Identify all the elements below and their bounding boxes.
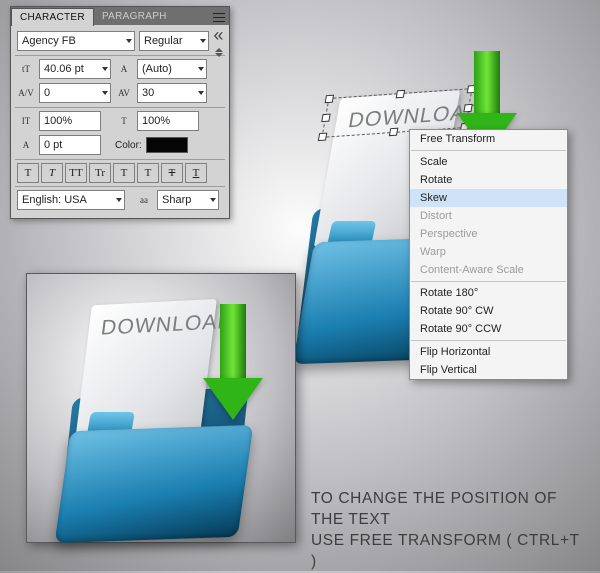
color-label: Color:: [115, 140, 142, 151]
style-btn-7[interactable]: T: [185, 163, 207, 183]
kerning-icon: A/V: [17, 84, 35, 102]
ctx-item: Content-Aware Scale: [410, 261, 567, 279]
transform-handle[interactable]: [321, 114, 331, 123]
hscale-value: 100%: [142, 115, 194, 127]
dropdown-icon: [116, 198, 122, 202]
panel-close-icon[interactable]: «: [212, 30, 225, 43]
baseline-input[interactable]: 0 pt: [39, 135, 101, 155]
antialias-icon: aa: [135, 191, 153, 209]
antialias-select[interactable]: Sharp: [157, 190, 219, 210]
ctx-item: Distort: [410, 207, 567, 225]
style-btn-6[interactable]: T: [161, 163, 183, 183]
transform-handle[interactable]: [318, 133, 328, 142]
ctx-item[interactable]: Rotate: [410, 171, 567, 189]
caption-line-1: TO CHANGE THE POSITION OF THE TEXT: [311, 489, 588, 531]
leading-input[interactable]: (Auto): [137, 59, 207, 79]
ctx-item[interactable]: Skew: [410, 189, 567, 207]
dropdown-icon: [102, 67, 108, 71]
tutorial-caption: TO CHANGE THE POSITION OF THE TEXT USE F…: [311, 489, 588, 573]
kerning-value: 0: [44, 87, 98, 99]
font-style-select[interactable]: Regular: [139, 31, 209, 51]
vscale-input[interactable]: 100%: [39, 111, 101, 131]
tab-paragraph[interactable]: PARAGRAPH: [94, 8, 175, 25]
type-style-buttons: T T TT Tr T T T T: [17, 163, 223, 183]
style-btn-4[interactable]: T: [113, 163, 135, 183]
style-btn-0[interactable]: T: [17, 163, 39, 183]
tracking-icon: AV: [115, 84, 133, 102]
style-btn-1[interactable]: T: [41, 163, 63, 183]
panel-menu-icon[interactable]: [212, 10, 226, 24]
leading-icon: A: [115, 60, 133, 78]
ctx-item[interactable]: Scale: [410, 153, 567, 171]
character-panel: CHARACTER PARAGRAPH « Agency FB Regular …: [10, 6, 230, 219]
panel-body: Agency FB Regular tT 40.06 pt A (Auto) A…: [11, 25, 229, 218]
font-family-select[interactable]: Agency FB: [17, 31, 135, 51]
transform-context-menu: Free Transform ScaleRotateSkewDistortPers…: [409, 129, 568, 380]
ctx-item[interactable]: Free Transform: [410, 130, 567, 148]
vscale-icon: IT: [17, 112, 35, 130]
baseline-icon: A: [17, 136, 35, 154]
ctx-item[interactable]: Rotate 180°: [410, 284, 567, 302]
language-select[interactable]: English: USA: [17, 190, 125, 210]
dropdown-icon: [200, 39, 206, 43]
language-value: English: USA: [22, 194, 112, 206]
style-btn-5[interactable]: T: [137, 163, 159, 183]
hscale-icon: T: [115, 112, 133, 130]
text-color-swatch[interactable]: [146, 137, 188, 153]
download-arrow-icon: [203, 304, 263, 420]
dropdown-icon: [198, 91, 204, 95]
kerning-input[interactable]: 0: [39, 83, 111, 103]
ctx-item[interactable]: Rotate 90° CW: [410, 302, 567, 320]
dropdown-icon: [210, 198, 216, 202]
ctx-item: Warp: [410, 243, 567, 261]
font-size-value: 40.06 pt: [44, 63, 98, 75]
dropdown-icon: [126, 39, 132, 43]
caption-line-2: USE FREE TRANSFORM ( CTRL+T ): [311, 531, 588, 573]
transform-handle[interactable]: [389, 128, 399, 137]
font-family-value: Agency FB: [22, 35, 122, 47]
ctx-item[interactable]: Flip Horizontal: [410, 343, 567, 361]
vscale-value: 100%: [44, 115, 96, 127]
tab-character[interactable]: CHARACTER: [11, 8, 94, 26]
result-preview-box: DOWNLOAD: [26, 273, 296, 543]
font-style-value: Regular: [144, 35, 196, 47]
antialias-value: Sharp: [162, 194, 206, 206]
dropdown-icon: [102, 91, 108, 95]
style-btn-2[interactable]: TT: [65, 163, 87, 183]
font-size-input[interactable]: 40.06 pt: [39, 59, 111, 79]
panel-tab-bar: CHARACTER PARAGRAPH: [11, 7, 229, 25]
panel-collapse-icon[interactable]: [212, 47, 225, 58]
ctx-item: Perspective: [410, 225, 567, 243]
leading-value: (Auto): [142, 63, 194, 75]
dropdown-icon: [198, 67, 204, 71]
baseline-value: 0 pt: [44, 139, 96, 151]
tracking-value: 30: [142, 87, 194, 99]
transform-handle[interactable]: [325, 95, 335, 104]
font-size-icon: tT: [17, 60, 35, 78]
ctx-item[interactable]: Flip Vertical: [410, 361, 567, 379]
transform-handle[interactable]: [396, 90, 406, 99]
hscale-input[interactable]: 100%: [137, 111, 199, 131]
tracking-input[interactable]: 30: [137, 83, 207, 103]
ctx-item[interactable]: Rotate 90° CCW: [410, 320, 567, 338]
style-btn-3[interactable]: Tr: [89, 163, 111, 183]
